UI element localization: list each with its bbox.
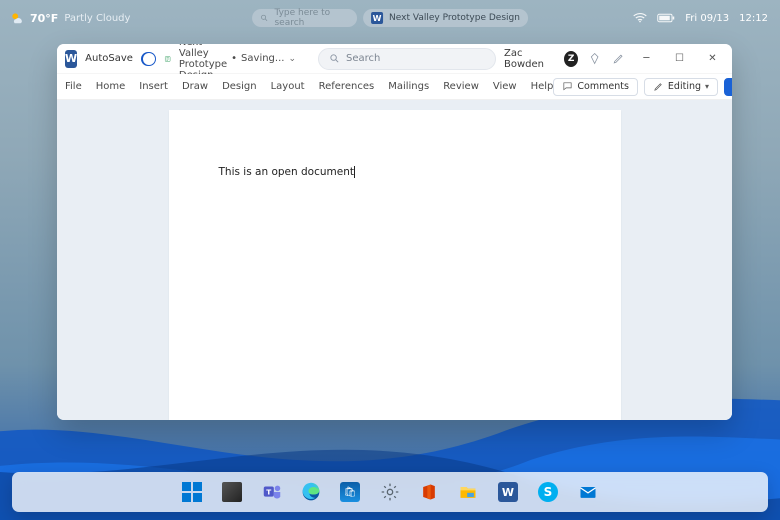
battery-icon[interactable] (657, 13, 675, 23)
word-mini-icon: W (371, 12, 383, 24)
pen-icon[interactable] (612, 51, 625, 66)
svg-text:T: T (266, 487, 271, 496)
taskbar: T 🛍 W S (12, 472, 768, 512)
save-location-icon[interactable] (164, 51, 171, 67)
weather-condition: Partly Cloudy (64, 13, 130, 24)
title-bar: W AutoSave On Next Valley Prototype Desi… (57, 44, 732, 74)
maximize-button[interactable]: ☐ (668, 46, 691, 72)
weather-widget[interactable]: 70°F Partly Cloudy (10, 11, 130, 25)
user-account[interactable]: Zac Bowden Z (504, 48, 578, 70)
comments-label: Comments (577, 81, 629, 92)
system-date[interactable]: Fri 09/13 (685, 13, 729, 24)
tab-home[interactable]: Home (96, 81, 126, 92)
mail-icon[interactable] (577, 481, 599, 503)
tab-design[interactable]: Design (222, 81, 257, 92)
toggle-knob (143, 53, 155, 65)
pencil-icon (653, 81, 664, 92)
autosave-label: AutoSave (85, 53, 133, 64)
skype-icon[interactable]: S (537, 481, 559, 503)
tab-references[interactable]: References (319, 81, 375, 92)
diamond-icon[interactable] (588, 51, 601, 66)
document-page[interactable]: This is an open document (169, 110, 621, 420)
autosave-toggle[interactable]: On (141, 52, 156, 66)
user-name: Zac Bowden (504, 48, 558, 70)
editing-mode-button[interactable]: Editing ▾ (644, 78, 718, 96)
system-top-bar: 70°F Partly Cloudy Type here to search W… (0, 6, 780, 30)
word-taskbar-icon[interactable]: W (497, 481, 519, 503)
system-app-title: Next Valley Prototype Design (389, 13, 520, 23)
avatar: Z (564, 51, 578, 67)
tab-file[interactable]: File (65, 81, 82, 92)
tab-draw[interactable]: Draw (182, 81, 208, 92)
app-search-placeholder: Search (346, 53, 380, 64)
weather-temp: 70°F (30, 12, 58, 25)
share-button[interactable]: Share ▾ (724, 78, 732, 96)
tab-help[interactable]: Help (531, 81, 554, 92)
comments-button[interactable]: Comments (553, 78, 638, 96)
settings-icon[interactable] (379, 481, 401, 503)
system-time[interactable]: 12:12 (739, 13, 768, 24)
word-window: W AutoSave On Next Valley Prototype Desi… (57, 44, 732, 420)
search-icon (260, 13, 268, 23)
tab-view[interactable]: View (493, 81, 517, 92)
system-app-pill[interactable]: W Next Valley Prototype Design (363, 9, 528, 27)
file-explorer-icon[interactable] (457, 481, 479, 503)
editing-label: Editing (668, 81, 701, 92)
system-search[interactable]: Type here to search (252, 9, 357, 27)
store-icon[interactable]: 🛍 (339, 481, 361, 503)
word-app-icon: W (65, 50, 77, 68)
wifi-icon[interactable] (633, 13, 647, 23)
start-button[interactable] (181, 481, 203, 503)
office-icon[interactable] (419, 482, 439, 502)
chevron-down-icon: ▾ (705, 82, 709, 91)
search-icon (329, 53, 340, 64)
teams-icon[interactable]: T (261, 481, 283, 503)
document-area: This is an open document (57, 100, 732, 420)
tab-mailings[interactable]: Mailings (388, 81, 429, 92)
ribbon: File Home Insert Draw Design Layout Refe… (57, 74, 732, 100)
tab-review[interactable]: Review (443, 81, 479, 92)
tab-layout[interactable]: Layout (271, 81, 305, 92)
document-status: Saving... (241, 53, 284, 64)
chevron-down-icon: ⌄ (288, 54, 296, 64)
edge-icon[interactable] (301, 482, 321, 502)
weather-icon (10, 11, 24, 25)
document-body-text: This is an open document (219, 166, 355, 178)
comment-icon (562, 81, 573, 92)
app-search[interactable]: Search (318, 48, 496, 70)
system-search-placeholder: Type here to search (274, 8, 349, 28)
tab-insert[interactable]: Insert (139, 81, 168, 92)
close-button[interactable]: ✕ (701, 46, 724, 72)
minimize-button[interactable]: ─ (635, 46, 658, 72)
taskview-button[interactable] (221, 481, 243, 503)
